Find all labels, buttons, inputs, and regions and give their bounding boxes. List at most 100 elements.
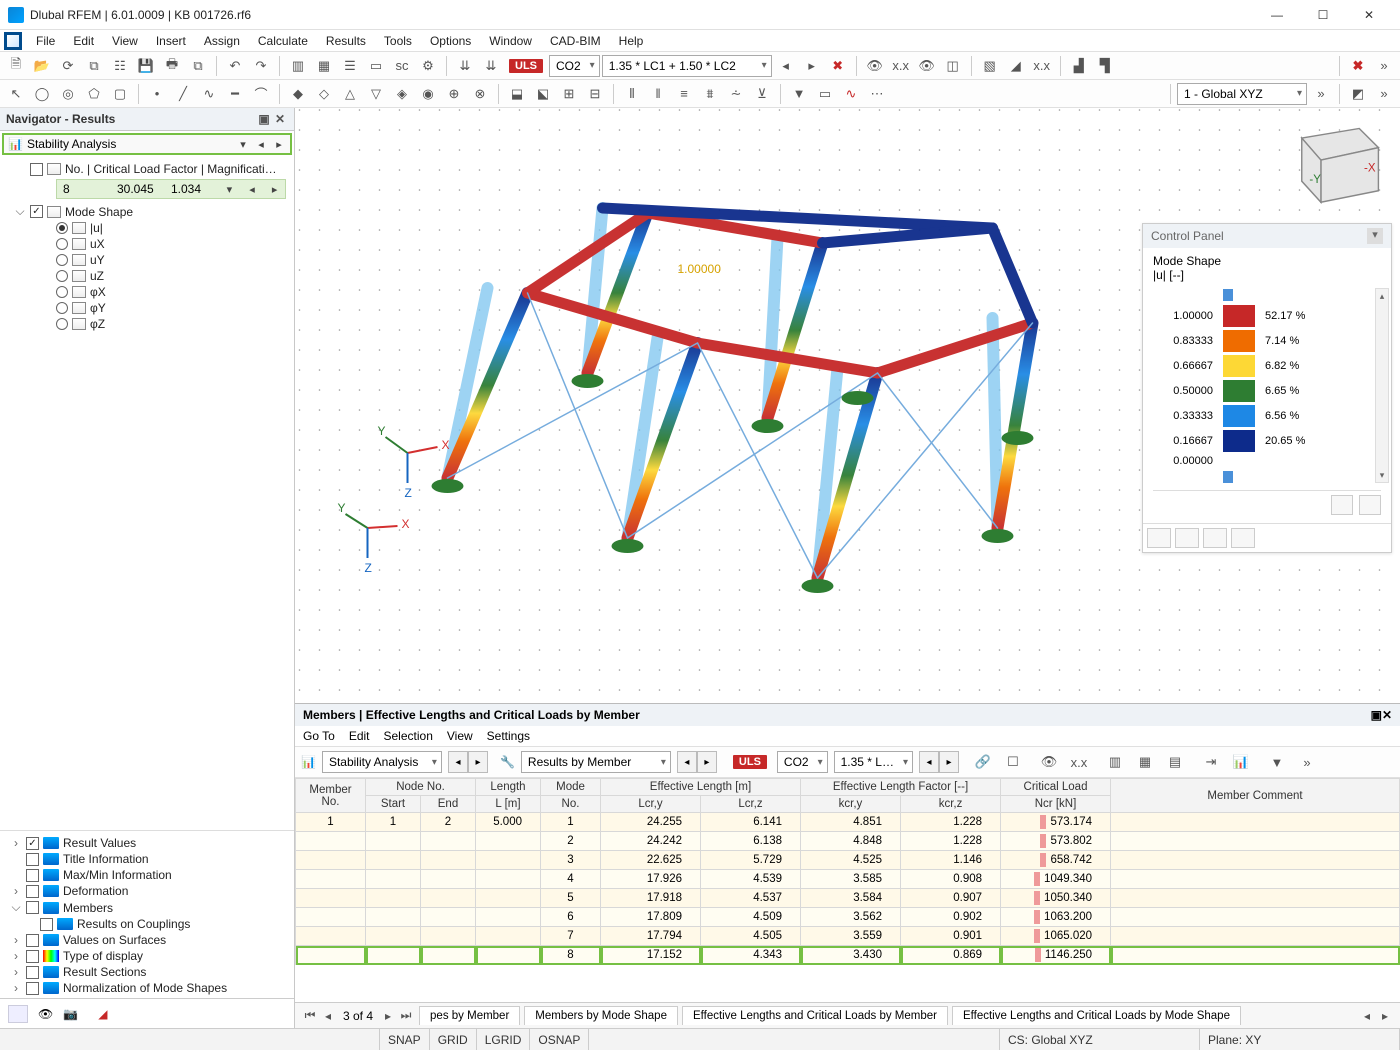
- more-icon[interactable]: ⋯: [865, 82, 889, 106]
- opt-maxmin[interactable]: Max/Min Information: [0, 867, 294, 883]
- menu-file[interactable]: File: [28, 32, 63, 50]
- t-sel-icon[interactable]: ☐: [1001, 750, 1025, 774]
- ctrl-tab-list-icon[interactable]: [1203, 528, 1227, 548]
- close-button[interactable]: ✕: [1346, 0, 1392, 30]
- block-icon[interactable]: ⧉: [82, 54, 106, 78]
- row-prev-icon[interactable]: ◂: [248, 183, 257, 196]
- tab-last-icon[interactable]: ⏭: [397, 1008, 415, 1023]
- sel-target-icon[interactable]: ◎: [56, 82, 80, 106]
- table-combo-analysis[interactable]: Stability Analysis: [322, 751, 442, 773]
- tab-2[interactable]: Members by Mode Shape: [524, 1006, 678, 1025]
- nav-tab-data-icon[interactable]: [8, 1005, 28, 1023]
- chev2-icon[interactable]: »: [1309, 82, 1333, 106]
- tmenu-goto[interactable]: Go To: [303, 729, 335, 743]
- tab-scroll-right-icon[interactable]: ▸: [1376, 1009, 1394, 1023]
- table-row[interactable]: 617.8094.5093.5620.9021063.200: [296, 908, 1400, 927]
- t2-icon[interactable]: ◇: [312, 82, 336, 106]
- isoline-icon[interactable]: ◢: [1004, 54, 1028, 78]
- tab-4[interactable]: Effective Lengths and Critical Loads by …: [952, 1006, 1241, 1025]
- opt-result-values[interactable]: ›Result Values: [0, 835, 294, 851]
- v4-icon[interactable]: ⩩: [698, 82, 722, 106]
- tmenu-edit[interactable]: Edit: [349, 729, 370, 743]
- line-icon[interactable]: ╱: [171, 82, 195, 106]
- u3-icon[interactable]: ⊞: [557, 82, 581, 106]
- u4-icon[interactable]: ⊟: [583, 82, 607, 106]
- t-export-icon[interactable]: ⇥: [1199, 750, 1223, 774]
- table-row[interactable]: 322.6255.7294.5251.146658.742: [296, 851, 1400, 870]
- table-row[interactable]: 1125.000124.2556.1414.8511.228573.174: [296, 813, 1400, 832]
- frame-icon[interactable]: ▭: [813, 82, 837, 106]
- chart2-icon[interactable]: ▜: [1093, 54, 1117, 78]
- status-osnap[interactable]: OSNAP: [530, 1029, 589, 1050]
- sel-poly-icon[interactable]: ⬠: [82, 82, 106, 106]
- view-eye-icon[interactable]: 👁: [863, 54, 887, 78]
- combo-expr[interactable]: 1.35 * LC1 + 1.50 * LC2: [602, 55, 772, 77]
- t-g3-icon[interactable]: ▤: [1163, 750, 1187, 774]
- stack-icon[interactable]: ☷: [108, 54, 132, 78]
- t-g1-icon[interactable]: ▥: [1103, 750, 1127, 774]
- sel-rect-icon[interactable]: ▢: [108, 82, 132, 106]
- t-prev2-icon[interactable]: ◂: [677, 751, 697, 773]
- checkbox[interactable]: [26, 885, 39, 898]
- nav-next-icon[interactable]: ▸: [272, 138, 286, 151]
- t4-icon[interactable]: ▽: [364, 82, 388, 106]
- checkbox[interactable]: [26, 934, 39, 947]
- table-row[interactable]: 224.2426.1384.8481.228573.802: [296, 832, 1400, 851]
- v5-icon[interactable]: ⩪: [724, 82, 748, 106]
- radio[interactable]: [56, 270, 68, 282]
- tmenu-view[interactable]: View: [447, 729, 473, 743]
- legend-tool1-icon[interactable]: [1331, 495, 1353, 515]
- menu-window[interactable]: Window: [481, 32, 540, 50]
- menu-help[interactable]: Help: [611, 32, 652, 50]
- t-prev1-icon[interactable]: ◂: [448, 751, 468, 773]
- menu-cadbim[interactable]: CAD-BIM: [542, 32, 609, 50]
- checkbox[interactable]: [26, 966, 39, 979]
- menu-assign[interactable]: Assign: [196, 32, 248, 50]
- t7-icon[interactable]: ⊕: [442, 82, 466, 106]
- tab-next-icon[interactable]: ▸: [379, 1009, 397, 1023]
- opt-title-info[interactable]: Title Information: [0, 851, 294, 867]
- redo-icon[interactable]: ↷: [249, 54, 273, 78]
- nav-tab-flag-icon[interactable]: ◢: [98, 1007, 107, 1021]
- viewport-3d[interactable]: 1.00000 X Y Z X Y Z: [295, 108, 1400, 703]
- navigator-type-combo[interactable]: 📊 Stability Analysis ▾ ◂ ▸: [2, 133, 292, 155]
- legend-tool2-icon[interactable]: [1359, 495, 1381, 515]
- box-color-icon[interactable]: ◩: [1346, 82, 1370, 106]
- opt-deformation[interactable]: ›Deformation: [0, 883, 294, 899]
- table-combo-results[interactable]: Results by Member: [521, 751, 671, 773]
- console-icon[interactable]: ▭: [364, 54, 388, 78]
- undo-icon[interactable]: ↶: [223, 54, 247, 78]
- t-prev3-icon[interactable]: ◂: [919, 751, 939, 773]
- t-next1-icon[interactable]: ▸: [468, 751, 488, 773]
- copy-icon[interactable]: ⧉: [186, 54, 210, 78]
- opt-couplings[interactable]: Results on Couplings: [0, 916, 294, 932]
- nav-tab-eye-icon[interactable]: 👁: [38, 1007, 53, 1021]
- combo-co[interactable]: CO2: [549, 55, 600, 77]
- minimize-button[interactable]: —: [1254, 0, 1300, 30]
- chart-icon[interactable]: ▟: [1067, 54, 1091, 78]
- table-row[interactable]: 817.1524.3433.4300.8691146.250: [296, 946, 1400, 965]
- table-dock-icon[interactable]: ▣: [1371, 708, 1382, 722]
- filter-x-icon[interactable]: ✖: [826, 54, 850, 78]
- opt-result-sections[interactable]: ›Result Sections: [0, 964, 294, 980]
- arc-icon[interactable]: ⌒: [249, 82, 273, 106]
- curve-icon[interactable]: ∿: [197, 82, 221, 106]
- t-chev-icon[interactable]: »: [1295, 750, 1319, 774]
- v3-icon[interactable]: ≡: [672, 82, 696, 106]
- collapse-icon[interactable]: ⌵: [14, 204, 26, 219]
- t6-icon[interactable]: ◉: [416, 82, 440, 106]
- ctrl-tab-legend-icon[interactable]: [1147, 528, 1171, 548]
- checkbox[interactable]: [26, 950, 39, 963]
- table-row[interactable]: 417.9264.5393.5850.9081049.340: [296, 870, 1400, 889]
- chev3-icon[interactable]: »: [1372, 82, 1396, 106]
- graph-icon[interactable]: ∿: [839, 82, 863, 106]
- grid-icon[interactable]: ▦: [312, 54, 336, 78]
- slider-max-handle[interactable]: [1223, 289, 1233, 301]
- t-next2-icon[interactable]: ▸: [697, 751, 717, 773]
- tmenu-settings[interactable]: Settings: [487, 729, 530, 743]
- checkbox[interactable]: [26, 982, 39, 995]
- checkbox[interactable]: [26, 901, 39, 914]
- prev-lc-icon[interactable]: ◂: [774, 54, 798, 78]
- table-row[interactable]: 717.7944.5053.5590.9011065.020: [296, 927, 1400, 946]
- render-icon[interactable]: ▧: [978, 54, 1002, 78]
